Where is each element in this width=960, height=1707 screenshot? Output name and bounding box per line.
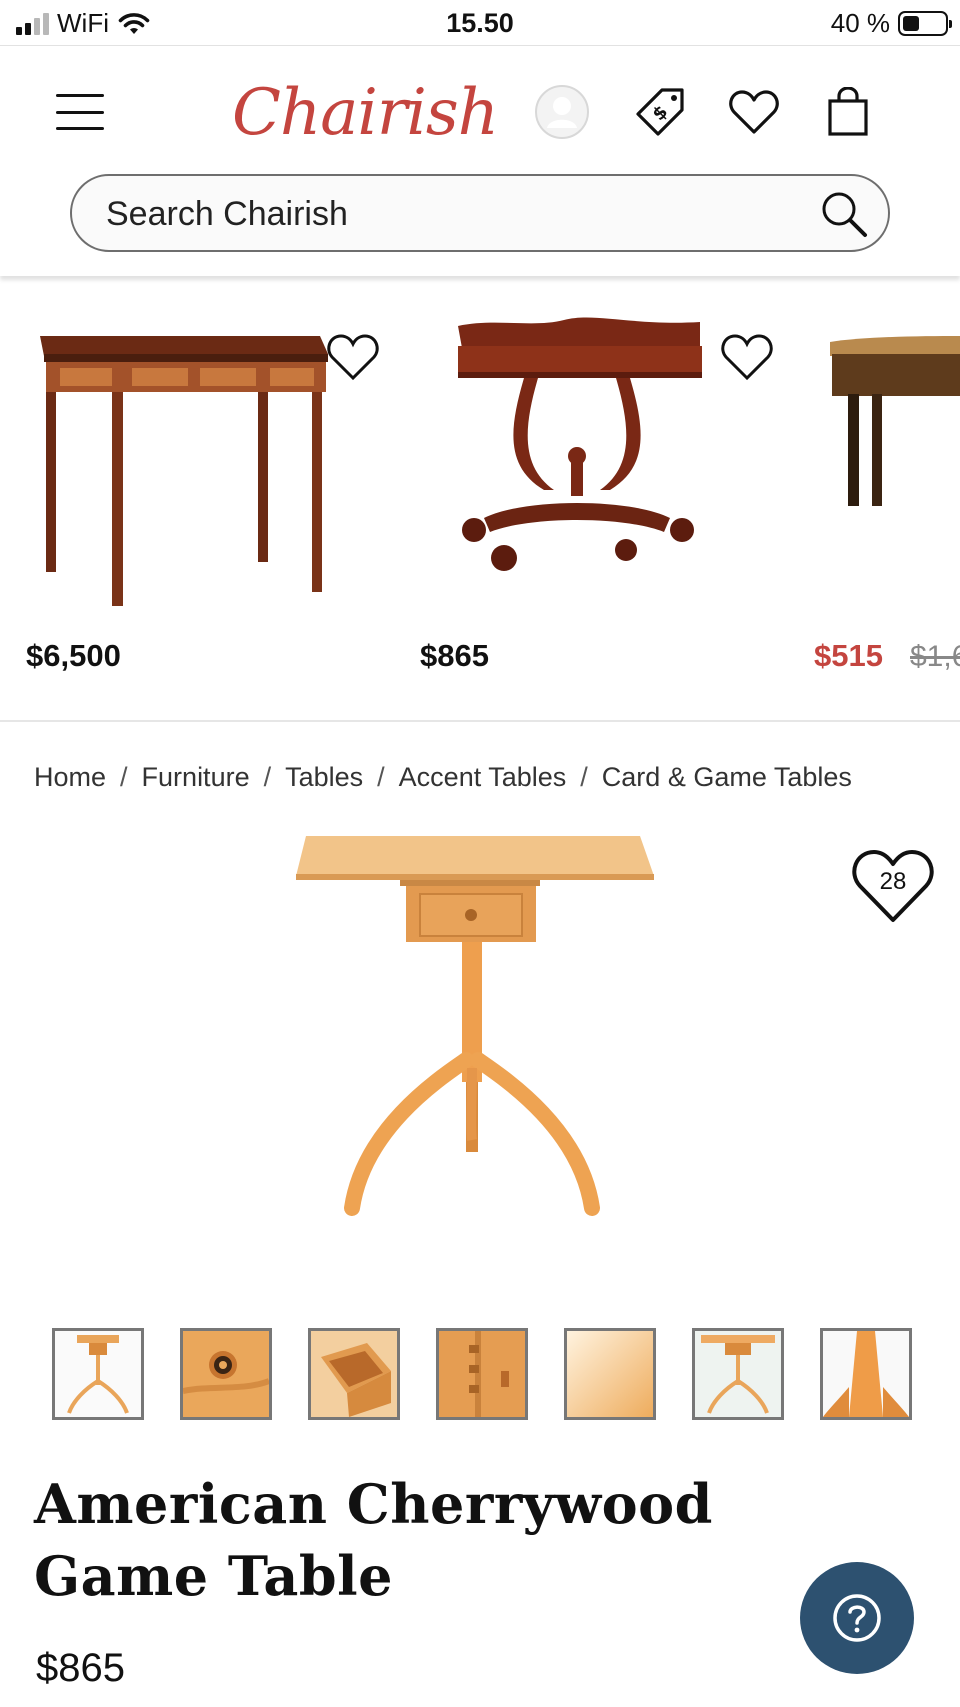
carousel-card[interactable]: $6,500 (0, 276, 390, 720)
breadcrumb-furniture[interactable]: Furniture (142, 762, 250, 793)
thumbnail-5[interactable] (564, 1328, 656, 1420)
breadcrumb-tables[interactable]: Tables (285, 762, 363, 793)
price-tag-icon[interactable]: $ (632, 84, 688, 140)
thumbnail-3[interactable] (308, 1328, 400, 1420)
federal-card-table-image (40, 336, 328, 606)
carousel-sale-price: $515 (814, 638, 883, 673)
carousel-price: $865 (420, 638, 489, 673)
carousel-favorite-heart-icon[interactable] (326, 332, 380, 382)
carousel-original-price: $1,6 (910, 640, 960, 673)
favorites-heart-icon[interactable] (726, 84, 782, 140)
search-bar (70, 174, 890, 252)
thumbnail-2[interactable] (180, 1328, 272, 1420)
help-button[interactable] (800, 1562, 914, 1674)
shopping-bag-icon[interactable] (820, 84, 876, 140)
carousel-card[interactable]: $865 (394, 276, 784, 720)
carousel-card[interactable]: $515 $1,6 (788, 276, 960, 720)
status-bar: WiFi 15.50 40 % (0, 0, 960, 46)
similar-items-carousel: $6,500 $865 $515 $1,6 (0, 276, 960, 722)
carousel-price: $6,500 (26, 638, 121, 673)
clock: 15.50 (446, 8, 514, 38)
favorite-count: 28 (879, 868, 907, 895)
breadcrumb-card-game-tables[interactable]: Card & Game Tables (602, 762, 852, 793)
battery-icon (898, 11, 952, 36)
lyre-card-table-image (458, 317, 702, 571)
search-input[interactable] (106, 186, 806, 242)
question-mark-icon (833, 1594, 881, 1642)
product-main-image[interactable] (290, 828, 690, 1278)
product-title: American Cherrywood Game Table (34, 1472, 713, 1608)
menu-icon[interactable] (56, 94, 104, 130)
thumbnail-1[interactable] (52, 1328, 144, 1420)
product-price: $865 (36, 1646, 125, 1690)
thumbnail-4[interactable] (436, 1328, 528, 1420)
account-icon[interactable] (534, 84, 590, 140)
battery-percentage: 40 % (830, 8, 890, 38)
thumbnail-6[interactable] (692, 1328, 784, 1420)
status-right: 40 % (830, 8, 952, 39)
carousel-favorite-heart-icon[interactable] (720, 332, 774, 382)
demilune-card-table-image (830, 336, 960, 506)
search-icon[interactable] (816, 186, 872, 242)
favorite-count-button[interactable]: 28 (850, 846, 936, 926)
breadcrumb: Home / Furniture / Tables / Accent Tables / … (34, 762, 852, 793)
breadcrumb-accent-tables[interactable]: Accent Tables (399, 762, 567, 793)
chairish-logo[interactable]: Chairish (232, 68, 499, 158)
breadcrumb-home[interactable]: Home (34, 762, 106, 793)
site-header: Chairish $ (0, 46, 960, 276)
thumbnail-7[interactable] (820, 1328, 912, 1420)
